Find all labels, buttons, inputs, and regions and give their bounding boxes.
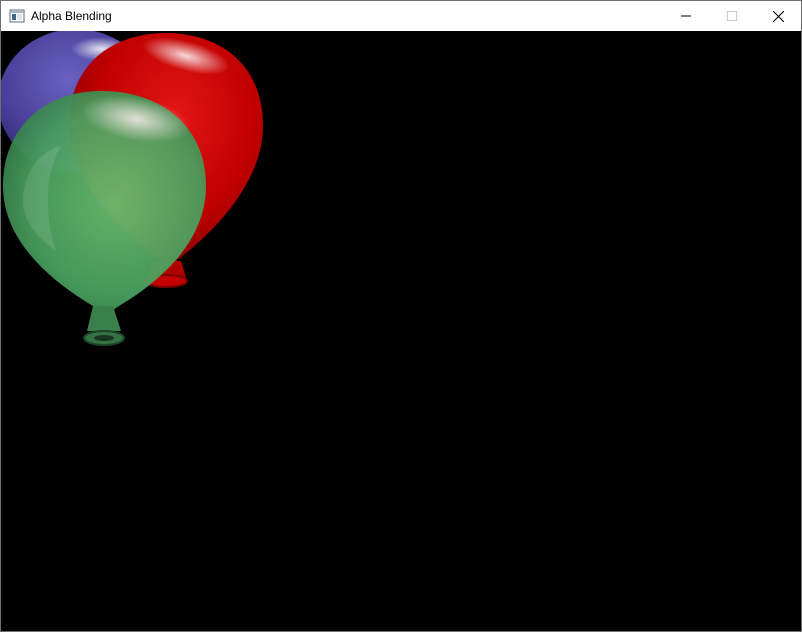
app-window-icon (9, 8, 25, 24)
maximize-button[interactable] (709, 1, 755, 31)
balloons-scene (1, 29, 263, 346)
maximize-icon (727, 11, 737, 21)
minimize-icon (681, 11, 691, 21)
app-window: Alpha Blending (0, 0, 802, 632)
close-icon (772, 10, 784, 22)
title-bar[interactable]: Alpha Blending (1, 1, 801, 31)
window-title: Alpha Blending (31, 9, 112, 23)
minimize-button[interactable] (663, 1, 709, 31)
render-canvas[interactable] (1, 29, 801, 631)
green-balloon (3, 91, 206, 346)
close-button[interactable] (755, 1, 801, 31)
